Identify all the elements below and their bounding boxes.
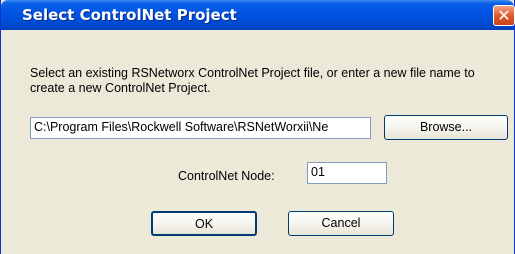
close-icon: ✕: [497, 6, 511, 25]
ok-button[interactable]: OK: [151, 211, 257, 236]
cancel-button[interactable]: Cancel: [288, 211, 394, 236]
project-path-input[interactable]: C:\Program Files\Rockwell Software\RSNet…: [30, 117, 371, 139]
close-button[interactable]: ✕: [493, 5, 515, 26]
controlnet-node-label: ControlNet Node:: [178, 169, 275, 183]
browse-button[interactable]: Browse...: [384, 115, 508, 140]
description-text: Select an existing RSNetworx ControlNet …: [30, 66, 475, 95]
title-bar[interactable]: Select ControlNet Project ✕: [1, 0, 515, 30]
dialog-window: Select ControlNet Project ✕ Select an ex…: [0, 0, 515, 254]
dialog-title: Select ControlNet Project: [22, 6, 237, 24]
controlnet-node-input[interactable]: 01: [307, 162, 387, 184]
